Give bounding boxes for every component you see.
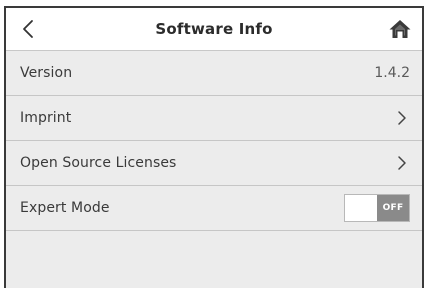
chevron-right-icon	[394, 108, 410, 128]
version-row: Version 1.4.2	[6, 51, 422, 96]
page-title: Software Info	[155, 20, 273, 38]
chevron-left-icon	[23, 20, 33, 38]
open-source-licenses-row[interactable]: Open Source Licenses	[6, 141, 422, 186]
app-window: Software Info Version 1.4.2 Imprint Open…	[4, 6, 424, 288]
imprint-label: Imprint	[20, 110, 72, 126]
expert-mode-row: Expert Mode OFF	[6, 186, 422, 231]
version-label: Version	[20, 65, 73, 81]
toggle-state-label: OFF	[377, 195, 409, 221]
settings-list: Version 1.4.2 Imprint Open Source Licens…	[6, 51, 422, 231]
top-bar: Software Info	[6, 8, 422, 51]
back-button[interactable]	[6, 8, 50, 50]
toggle-knob	[345, 195, 377, 221]
home-icon	[389, 20, 411, 38]
expert-mode-toggle[interactable]: OFF	[344, 194, 410, 222]
home-button[interactable]	[378, 8, 422, 50]
version-value: 1.4.2	[374, 65, 410, 81]
chevron-right-icon	[394, 153, 410, 173]
expert-mode-label: Expert Mode	[20, 200, 110, 216]
open-source-licenses-label: Open Source Licenses	[20, 155, 177, 171]
imprint-row[interactable]: Imprint	[6, 96, 422, 141]
